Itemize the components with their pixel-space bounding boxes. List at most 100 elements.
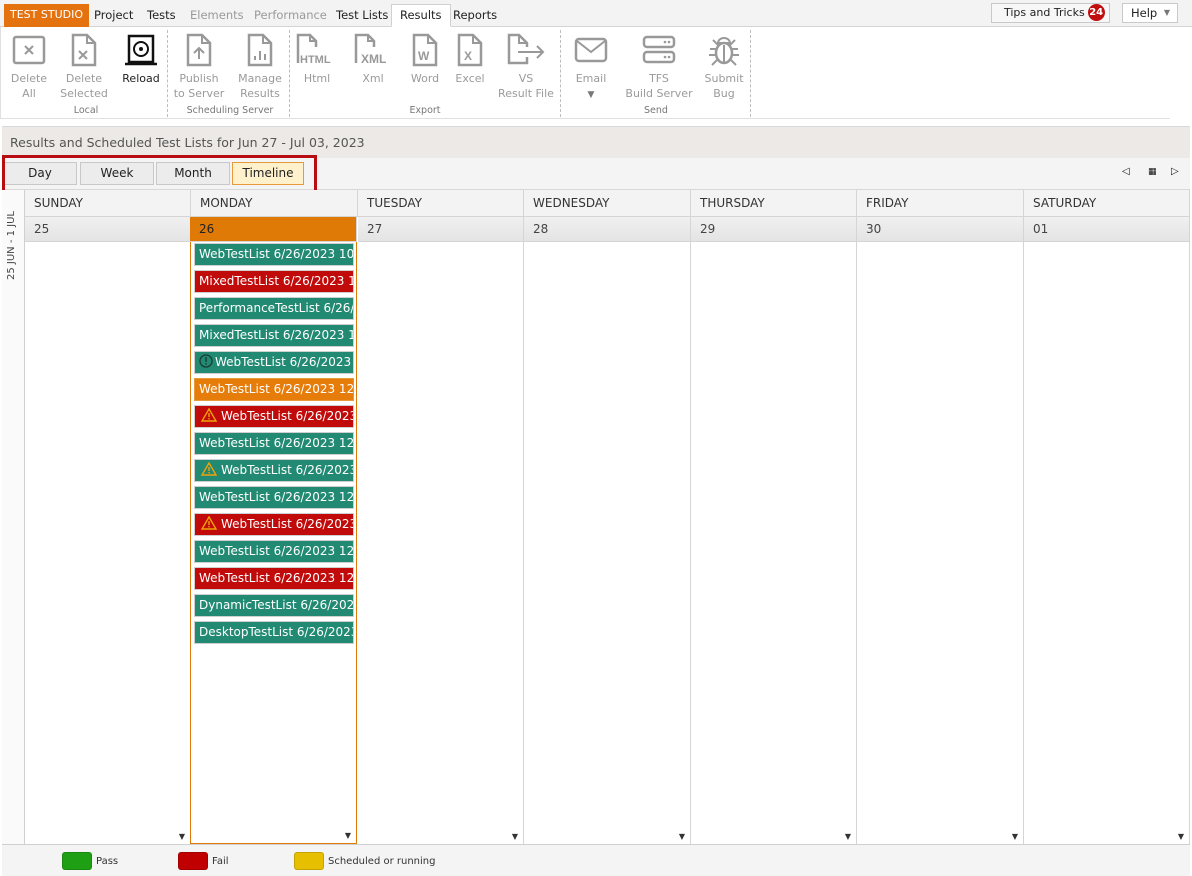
day-cell-friday[interactable]: ▼ <box>857 242 1024 844</box>
day-date-26-today[interactable]: 26 <box>190 217 357 242</box>
previous-arrow-icon[interactable]: ◁ <box>1122 166 1130 177</box>
appointment-item[interactable]: DynamicTestList 6/26/2023 1: <box>193 593 355 618</box>
chart-file-icon <box>247 33 273 67</box>
ribbon-separator <box>289 30 290 117</box>
appointment-item[interactable]: DesktopTestList 6/26/2023 1:2 <box>193 620 355 645</box>
delete-all-icon <box>12 35 46 65</box>
manage-results-button[interactable]: Manage Results <box>235 33 285 101</box>
day-cell-thursday[interactable]: ▼ <box>691 242 857 844</box>
export-vs-result-button[interactable]: VS Result File <box>497 33 555 101</box>
tab-elements[interactable]: Elements <box>182 5 252 27</box>
export-file-icon <box>507 33 545 65</box>
appointment-text: WebTestList 6/26/2023 12:36 PM <box>199 382 354 396</box>
submit-bug-button[interactable]: Submit Bug <box>703 33 745 101</box>
delete-file-icon <box>71 33 97 67</box>
appointment-item[interactable]: WebTestList 6/26/2023 12:46 PM <box>193 539 355 564</box>
publish-to-server-button[interactable]: Publish to Server <box>173 33 225 101</box>
appointment-item[interactable]: WebTestList 6/26/2023 12:41 PM <box>193 431 355 456</box>
appointment-item[interactable]: WebTestList 6/26/2023 12:46 PM <box>193 566 355 591</box>
export-excel-button[interactable]: X Excel <box>453 33 487 86</box>
help-dropdown[interactable]: Help ▼ <box>1122 3 1178 23</box>
tab-reports[interactable]: Reports <box>445 5 505 27</box>
day-header-monday: MONDAY <box>191 190 358 217</box>
tab-test-studio[interactable]: TEST STUDIO <box>4 4 89 27</box>
results-title-bar: Results and Scheduled Test Lists for Jun… <box>2 126 1190 158</box>
tips-and-tricks-button[interactable]: Tips and Tricks 24 <box>991 3 1110 23</box>
appointment-item[interactable]: WebTestList 6/26/2023 12: <box>193 404 355 429</box>
day-cell-tuesday[interactable]: ▼ <box>358 242 524 844</box>
excel-file-icon: X <box>457 33 483 67</box>
export-html-button[interactable]: HTML Html <box>295 33 339 86</box>
legend-swatch-scheduled <box>294 852 324 870</box>
help-label: Help <box>1131 6 1158 20</box>
html-file-icon: HTML <box>296 33 331 66</box>
scroll-down-icon[interactable]: ▼ <box>1178 832 1184 841</box>
day-date-25[interactable]: 25 <box>25 217 191 242</box>
excel-label: Excel <box>455 72 485 85</box>
appointment-text: WebTestList 6/26/2023 12:41 PM <box>199 436 354 450</box>
day-date-27[interactable]: 27 <box>358 217 524 242</box>
email-dropdown-button[interactable]: Email ▼ <box>571 33 611 103</box>
vs-result-label: VS Result File <box>498 72 554 100</box>
reload-icon <box>125 34 157 66</box>
day-date-29[interactable]: 29 <box>691 217 857 242</box>
scroll-down-icon[interactable]: ▼ <box>345 831 351 840</box>
appointment-text: WebTestList 6/26/2023 12:46 PM <box>199 571 354 585</box>
ribbon-separator <box>560 30 561 117</box>
ribbon-separator <box>167 30 168 117</box>
chevron-down-icon: ▼ <box>587 90 595 100</box>
appointment-item[interactable]: MixedTestList 6/26/2023 10:02 AM <box>193 269 355 294</box>
day-header-saturday: SATURDAY <box>1024 190 1190 217</box>
email-label: Email <box>575 72 607 85</box>
tfs-label: TFS Build Server <box>625 72 693 100</box>
scroll-down-icon[interactable]: ▼ <box>845 832 851 841</box>
next-arrow-icon[interactable]: ▷ <box>1171 166 1179 177</box>
svg-text:XML: XML <box>361 52 386 66</box>
delete-all-button[interactable]: Delete All <box>9 33 49 101</box>
appointment-item[interactable]: WebTestList 6/26/2023 12: <box>193 458 355 483</box>
reload-button[interactable]: Reload <box>120 33 162 86</box>
day-header-tuesday: TUESDAY <box>358 190 524 217</box>
legend-label: Fail <box>212 856 229 867</box>
calendar-grid-icon[interactable]: ▦ <box>1148 167 1157 177</box>
export-word-button[interactable]: W Word <box>407 33 443 86</box>
tab-performance[interactable]: Performance <box>246 5 335 27</box>
legend-swatch-pass <box>62 852 92 870</box>
scroll-down-icon[interactable]: ▼ <box>679 832 685 841</box>
export-xml-button[interactable]: XML Xml <box>353 33 393 86</box>
appointment-item[interactable]: MixedTestList 6/26/2023 12:30 PM <box>193 323 355 348</box>
page-title: Results and Scheduled Test Lists for Jun… <box>10 135 365 150</box>
menu-tab-bar: TEST STUDIO Project Tests Elements Perfo… <box>0 0 1192 27</box>
appointment-item[interactable]: WebTestList 6/26/2023 10:00 AM <box>193 242 355 267</box>
manage-results-label: Manage Results <box>238 72 282 100</box>
tab-tests[interactable]: Tests <box>139 5 184 27</box>
day-date-28[interactable]: 28 <box>524 217 691 242</box>
scroll-down-icon[interactable]: ▼ <box>512 832 518 841</box>
svg-text:X: X <box>464 49 472 63</box>
appointment-text: WebTestList 6/26/2023 12:42 PM <box>199 490 354 504</box>
appointment-item[interactable]: WebTestList 6/26/2023 12:36 PM <box>193 377 355 402</box>
day-cell-saturday[interactable]: ▼ <box>1024 242 1190 844</box>
delete-selected-button[interactable]: Delete Selected <box>59 33 109 101</box>
bug-icon <box>709 37 739 66</box>
tfs-build-server-button[interactable]: TFS Build Server <box>625 33 693 101</box>
html-label: Html <box>303 72 331 85</box>
xml-label: Xml <box>362 72 384 85</box>
appointment-item[interactable]: WebTestList 6/26/2023 12:42 PM <box>193 485 355 510</box>
legend-label: Pass <box>96 856 119 867</box>
scroll-down-icon[interactable]: ▼ <box>1012 832 1018 841</box>
day-header-wednesday: WEDNESDAY <box>524 190 691 217</box>
word-label: Word <box>410 72 440 85</box>
day-cell-wednesday[interactable]: ▼ <box>524 242 691 844</box>
appointment-item[interactable]: WebTestList 6/26/2023 12: <box>193 512 355 537</box>
scroll-down-icon[interactable]: ▼ <box>179 832 185 841</box>
tab-results[interactable]: Results <box>391 4 451 27</box>
day-date-30[interactable]: 30 <box>857 217 1024 242</box>
tab-test-lists[interactable]: Test Lists <box>328 5 396 27</box>
day-cell-sunday[interactable]: ▼ <box>25 242 191 844</box>
info-icon <box>199 352 213 373</box>
appointment-item[interactable]: PerformanceTestList 6/26/2023 <box>193 296 355 321</box>
appointment-item[interactable]: WebTestList 6/26/2023 12:3 <box>193 350 355 375</box>
day-date-01[interactable]: 01 <box>1024 217 1190 242</box>
tab-project[interactable]: Project <box>86 5 141 27</box>
